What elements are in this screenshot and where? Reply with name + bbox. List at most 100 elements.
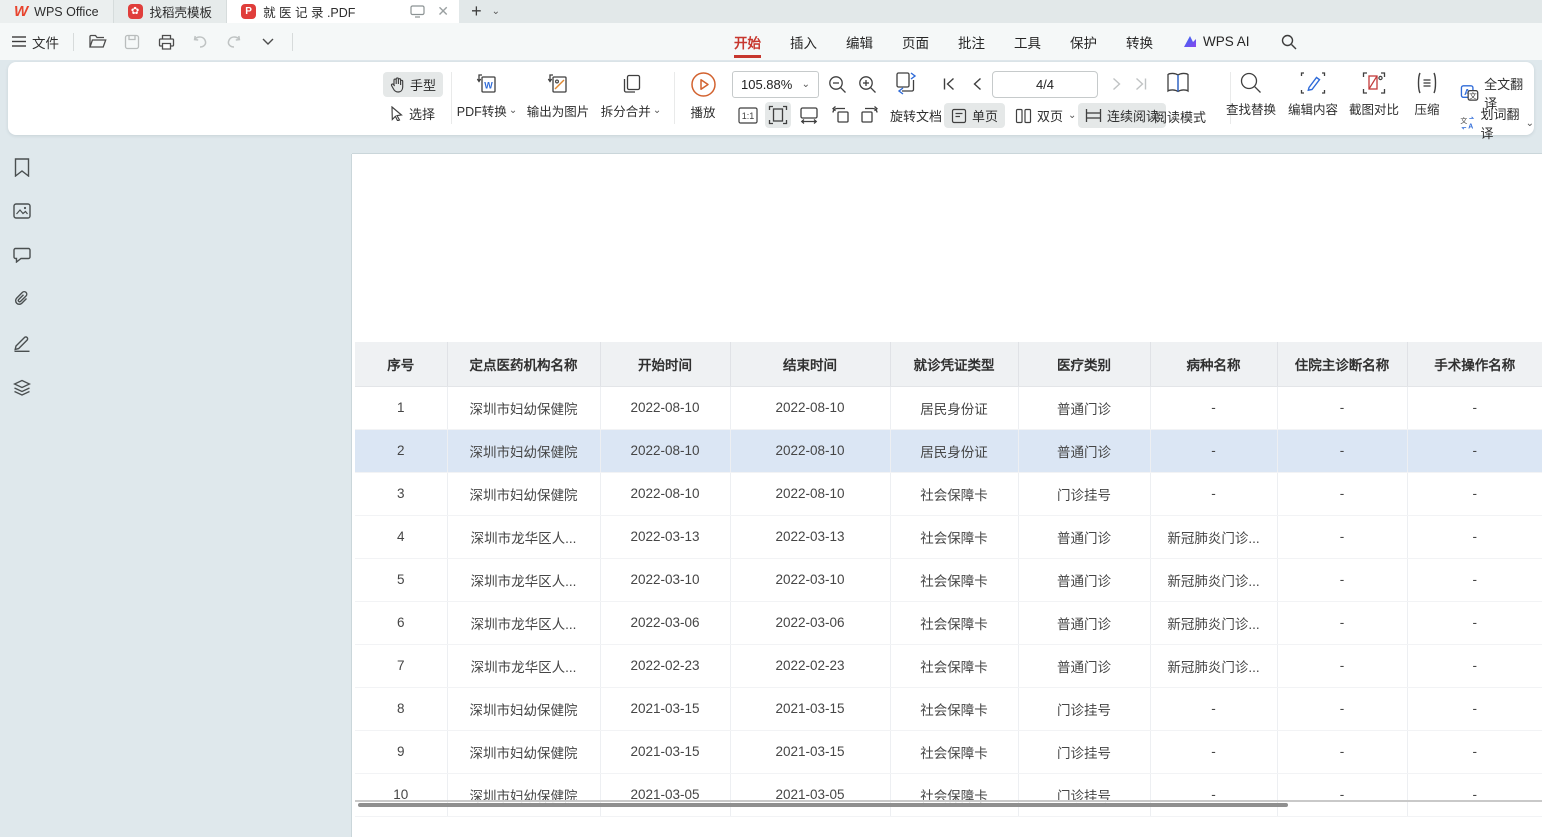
table-cell: 3 (355, 472, 447, 515)
close-icon[interactable]: ✕ (435, 4, 451, 20)
previous-page-button[interactable] (964, 71, 990, 97)
menu-tab-convert[interactable]: 转换 (1126, 24, 1153, 60)
attachment-icon[interactable] (12, 289, 32, 309)
table-cell: 2021-03-15 (730, 687, 890, 730)
menu-tab-edit[interactable]: 编辑 (846, 24, 873, 60)
compress-button[interactable]: 压缩 (1401, 71, 1453, 118)
table-cell: 2021-03-05 (600, 773, 730, 816)
zoom-level-select[interactable]: 105.88% ⌄ (732, 71, 819, 98)
screenshot-compare-button[interactable]: 截图对比 (1339, 71, 1409, 118)
table-row[interactable]: 2深圳市妇幼保健院2022-08-102022-08-10居民身份证普通门诊--… (355, 429, 1542, 472)
menu-search-icon[interactable] (1279, 32, 1299, 52)
table-row[interactable]: 7深圳市龙华区人...2022-02-232022-02-23社会保障卡普通门诊… (355, 644, 1542, 687)
layers-icon[interactable] (12, 377, 32, 397)
monitor-icon[interactable] (409, 4, 425, 20)
table-row[interactable]: 10深圳市妇幼保健院2021-03-052021-03-05社会保障卡门诊挂号-… (355, 773, 1542, 816)
table-cell: - (1407, 386, 1542, 429)
read-mode-button[interactable]: 阅读模式 (1154, 107, 1206, 126)
table-cell: - (1407, 644, 1542, 687)
replace-pages-icon[interactable] (894, 70, 920, 96)
menu-tab-home[interactable]: 开始 (734, 24, 761, 60)
pdf-convert-icon: W (474, 71, 500, 97)
thumbnail-icon[interactable] (12, 201, 32, 221)
fit-width-button[interactable] (796, 102, 822, 128)
rotate-left-button[interactable] (827, 102, 853, 128)
table-cell: 居民身份证 (890, 429, 1018, 472)
table-row[interactable]: 5深圳市龙华区人...2022-03-102022-03-10社会保障卡普通门诊… (355, 558, 1542, 601)
table-cell: 门诊挂号 (1018, 730, 1150, 773)
double-page-button[interactable]: 双页 ⌄ (1008, 103, 1083, 128)
table-row[interactable]: 1深圳市妇幼保健院2022-08-102022-08-10居民身份证普通门诊--… (355, 386, 1542, 429)
zoom-out-button[interactable] (824, 71, 850, 97)
tab-list-chevron-icon[interactable]: ⌄ (492, 6, 500, 17)
tab-wps-office[interactable]: W WPS Office (0, 0, 114, 23)
redo-icon[interactable] (224, 32, 244, 52)
table-cell: 2022-03-06 (730, 601, 890, 644)
play-button[interactable]: 播放 (666, 71, 740, 121)
table-row[interactable]: 8深圳市妇幼保健院2021-03-152021-03-15社会保障卡门诊挂号--… (355, 687, 1542, 730)
last-page-button[interactable] (1128, 71, 1154, 97)
split-merge-button[interactable]: 拆分合并⌄ (594, 71, 668, 120)
table-cell: 普通门诊 (1018, 429, 1150, 472)
table-cell: 10 (355, 773, 447, 816)
table-row[interactable]: 6深圳市龙华区人...2022-03-062022-03-06社会保障卡普通门诊… (355, 601, 1542, 644)
pdf-convert-button[interactable]: W PDF转换⌄ (450, 71, 524, 120)
menu-tab-wps-ai[interactable]: WPS AI (1182, 34, 1250, 49)
table-cell: 2022-08-10 (730, 429, 890, 472)
read-mode-icon[interactable] (1165, 70, 1191, 96)
next-page-button[interactable] (1104, 71, 1130, 97)
menu-tab-protect[interactable]: 保护 (1070, 24, 1097, 60)
table-cell: - (1150, 429, 1277, 472)
svg-text:文: 文 (1469, 90, 1477, 100)
save-icon[interactable] (122, 32, 142, 52)
table-row[interactable]: 3深圳市妇幼保健院2022-08-102022-08-10社会保障卡门诊挂号--… (355, 472, 1542, 515)
page-indicator-input[interactable]: 4/4 (992, 71, 1098, 98)
bookmark-icon[interactable] (12, 157, 32, 177)
table-cell: 深圳市龙华区人... (447, 558, 600, 601)
horizontal-scrollbar-thumb[interactable] (358, 803, 1288, 807)
menu-tab-page[interactable]: 页面 (902, 24, 929, 60)
table-cell: 2 (355, 429, 447, 472)
table-cell: 深圳市妇幼保健院 (447, 773, 600, 816)
single-page-button[interactable]: 单页 (944, 103, 1005, 128)
tab-document-active[interactable]: P 就 医 记 录 .PDF ✕ (227, 0, 459, 23)
first-page-button[interactable] (936, 71, 962, 97)
menu-tab-comment[interactable]: 批注 (958, 24, 985, 60)
col-header-credential-type: 就诊凭证类型 (890, 342, 1018, 386)
table-row[interactable]: 9深圳市妇幼保健院2021-03-152021-03-15社会保障卡门诊挂号--… (355, 730, 1542, 773)
svg-text:1:1: 1:1 (742, 111, 755, 121)
hand-tool-button[interactable]: 手型 (383, 72, 443, 97)
table-cell: 5 (355, 558, 447, 601)
signature-icon[interactable] (12, 333, 32, 353)
word-translate-button[interactable]: 文A 划词翻译 ⌄ (1460, 104, 1534, 142)
table-cell: 2022-03-13 (600, 515, 730, 558)
table-row[interactable]: 4深圳市龙华区人...2022-03-132022-03-13社会保障卡普通门诊… (355, 515, 1542, 558)
undo-icon[interactable] (190, 32, 210, 52)
actual-size-button[interactable]: 1:1 (735, 102, 761, 128)
fit-page-button[interactable] (765, 102, 791, 128)
table-cell: - (1277, 773, 1407, 816)
continuous-reading-button[interactable]: 连续阅读 (1078, 103, 1166, 128)
zoom-in-button[interactable] (854, 71, 880, 97)
open-file-icon[interactable] (88, 32, 108, 52)
wps-pdf-viewer: { "colors": { "accent_red": "#c7372e", "… (0, 0, 1542, 837)
toolbar-more-chevron-icon[interactable] (258, 32, 278, 52)
table-cell: 普通门诊 (1018, 386, 1150, 429)
svg-text:文: 文 (1460, 116, 1467, 125)
print-icon[interactable] (156, 32, 176, 52)
pdf-icon: P (241, 4, 256, 19)
rotate-document-button[interactable]: 旋转文档 (890, 106, 942, 125)
tab-template-store[interactable]: ✿ 找稻壳模板 (114, 0, 228, 23)
table-cell: 社会保障卡 (890, 773, 1018, 816)
edit-content-button[interactable]: 编辑内容 (1278, 71, 1348, 118)
select-tool-button[interactable]: 选择 (383, 101, 442, 126)
export-image-button[interactable]: 输出为图片 (521, 71, 595, 120)
menu-tab-tools[interactable]: 工具 (1014, 24, 1041, 60)
comment-icon[interactable] (12, 245, 32, 265)
file-menu-button[interactable]: 文件 (12, 32, 59, 52)
find-replace-button[interactable]: 查找替换 (1216, 71, 1286, 118)
rotate-right-button[interactable] (857, 102, 883, 128)
table-cell: 社会保障卡 (890, 644, 1018, 687)
menu-tab-insert[interactable]: 插入 (790, 24, 817, 60)
new-tab-button[interactable]: + (471, 1, 482, 22)
